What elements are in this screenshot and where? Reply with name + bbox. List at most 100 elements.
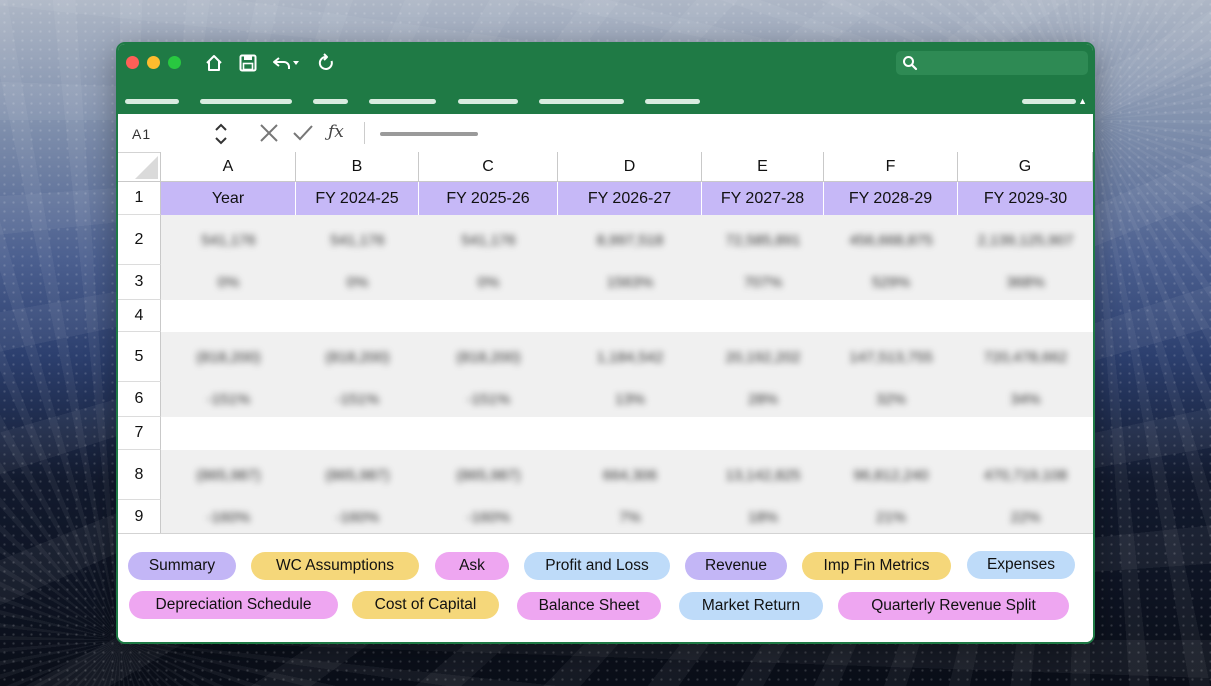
sheet-tab-depreciation-schedule[interactable]: Depreciation Schedule <box>129 591 338 619</box>
ribbon-tab-placeholder[interactable] <box>458 99 518 104</box>
data-cell[interactable]: 8,997,518 <box>558 215 702 265</box>
row-number[interactable]: 4 <box>118 300 161 332</box>
undo-icon[interactable] <box>271 52 293 74</box>
accept-formula-icon[interactable] <box>292 122 314 149</box>
search-field[interactable] <box>896 51 1088 75</box>
data-cell[interactable]: 28% <box>702 382 824 417</box>
data-cell[interactable]: 470,719,108 <box>958 450 1093 500</box>
column-header-b[interactable]: B <box>296 152 419 182</box>
data-cell[interactable]: 18% <box>702 500 824 534</box>
data-cell[interactable]: 34% <box>958 382 1093 417</box>
header-cell[interactable]: Year <box>161 182 296 215</box>
sheet-tab-profit-and-loss[interactable]: Profit and Loss <box>524 552 670 580</box>
data-cell[interactable]: 21% <box>824 500 958 534</box>
ribbon-tab-placeholder[interactable] <box>125 99 179 104</box>
data-cell[interactable]: 32% <box>824 382 958 417</box>
data-cell[interactable]: 720,478,662 <box>958 332 1093 382</box>
data-cell[interactable]: 664,306 <box>558 450 702 500</box>
data-cell[interactable]: -151% <box>419 382 558 417</box>
row-number[interactable]: 3 <box>118 265 161 300</box>
data-cell[interactable]: 0% <box>419 265 558 300</box>
formula-content-placeholder[interactable] <box>380 132 478 136</box>
data-cell[interactable]: 0% <box>296 265 419 300</box>
column-header-f[interactable]: F <box>824 152 958 182</box>
data-cell[interactable]: 96,812,240 <box>824 450 958 500</box>
sheet-tab-quarterly-revenue-split[interactable]: Quarterly Revenue Split <box>838 592 1069 620</box>
ribbon-tab-placeholder[interactable] <box>539 99 624 104</box>
data-cell[interactable]: (865,987) <box>419 450 558 500</box>
header-cell[interactable]: FY 2024-25 <box>296 182 419 215</box>
name-box-stepper-icon[interactable] <box>214 122 228 151</box>
data-cell[interactable]: 541,176 <box>161 215 296 265</box>
ribbon-collapse-icon[interactable]: ▲ <box>1078 96 1087 106</box>
data-cell[interactable]: (818,200) <box>296 332 419 382</box>
sheet-tab-cost-of-capital[interactable]: Cost of Capital <box>352 591 499 619</box>
header-cell[interactable]: FY 2027-28 <box>702 182 824 215</box>
data-cell[interactable]: 456,668,875 <box>824 215 958 265</box>
cancel-formula-icon[interactable] <box>258 122 280 149</box>
row-number[interactable]: 8 <box>118 450 161 500</box>
save-icon[interactable] <box>237 52 259 74</box>
sheet-tab-balance-sheet[interactable]: Balance Sheet <box>517 592 661 620</box>
name-box[interactable]: A1 <box>132 126 151 142</box>
row-number[interactable]: 7 <box>118 417 161 450</box>
close-window-button[interactable] <box>126 56 139 69</box>
data-cell[interactable]: 72,585,891 <box>702 215 824 265</box>
row-number[interactable]: 2 <box>118 215 161 265</box>
ribbon-tab-placeholder[interactable] <box>369 99 436 104</box>
data-cell[interactable]: 0% <box>161 265 296 300</box>
header-cell[interactable]: FY 2028-29 <box>824 182 958 215</box>
column-header-d[interactable]: D <box>558 152 702 182</box>
data-cell[interactable]: 529% <box>824 265 958 300</box>
sheet-tab-ask[interactable]: Ask <box>435 552 509 580</box>
data-cell[interactable]: 1563% <box>558 265 702 300</box>
minimize-window-button[interactable] <box>147 56 160 69</box>
data-cell[interactable]: 13% <box>558 382 702 417</box>
row-number[interactable]: 6 <box>118 382 161 417</box>
data-cell[interactable]: (818,200) <box>419 332 558 382</box>
column-header-c[interactable]: C <box>419 152 558 182</box>
data-cell[interactable]: (818,200) <box>161 332 296 382</box>
header-cell[interactable]: FY 2026-27 <box>558 182 702 215</box>
data-cell[interactable]: (865,987) <box>161 450 296 500</box>
data-cell[interactable]: 541,176 <box>419 215 558 265</box>
zoom-window-button[interactable] <box>168 56 181 69</box>
empty-cells[interactable] <box>161 417 1093 450</box>
empty-cells[interactable] <box>161 300 1093 332</box>
undo-dropdown-icon[interactable] <box>291 54 301 76</box>
data-cell[interactable]: 22% <box>958 500 1093 534</box>
sheet-tab-revenue[interactable]: Revenue <box>685 552 787 580</box>
data-cell[interactable]: 7% <box>558 500 702 534</box>
data-cell[interactable]: 20,192,202 <box>702 332 824 382</box>
sheet-tab-wc-assumptions[interactable]: WC Assumptions <box>251 552 419 580</box>
sheet-tab-expenses[interactable]: Expenses <box>967 551 1075 579</box>
function-icon[interactable]: ƒx <box>328 122 344 142</box>
data-cell[interactable]: 707% <box>702 265 824 300</box>
row-number[interactable]: 9 <box>118 500 161 534</box>
header-cell[interactable]: FY 2029-30 <box>958 182 1093 215</box>
refresh-icon[interactable] <box>315 52 337 74</box>
data-cell[interactable]: -160% <box>419 500 558 534</box>
data-cell[interactable]: (865,987) <box>296 450 419 500</box>
sheet-tab-summary[interactable]: Summary <box>128 552 236 580</box>
data-cell[interactable]: 147,513,755 <box>824 332 958 382</box>
data-cell[interactable]: 2,139,125,907 <box>958 215 1093 265</box>
data-cell[interactable]: -160% <box>296 500 419 534</box>
data-cell[interactable]: -151% <box>161 382 296 417</box>
column-header-g[interactable]: G <box>958 152 1093 182</box>
data-cell[interactable]: 368% <box>958 265 1093 300</box>
column-header-a[interactable]: A <box>161 152 296 182</box>
column-header-e[interactable]: E <box>702 152 824 182</box>
sheet-tab-market-return[interactable]: Market Return <box>679 592 823 620</box>
data-cell[interactable]: -151% <box>296 382 419 417</box>
header-cell[interactable]: FY 2025-26 <box>419 182 558 215</box>
ribbon-tab-placeholder[interactable] <box>313 99 348 104</box>
home-icon[interactable] <box>203 52 225 74</box>
data-cell[interactable]: -160% <box>161 500 296 534</box>
select-all-corner[interactable] <box>118 152 161 182</box>
ribbon-tab-placeholder[interactable] <box>645 99 700 104</box>
sheet-tab-imp-fin-metrics[interactable]: Imp Fin Metrics <box>802 552 951 580</box>
data-cell[interactable]: 13,142,825 <box>702 450 824 500</box>
row-number[interactable]: 1 <box>118 182 161 215</box>
data-cell[interactable]: 1,184,542 <box>558 332 702 382</box>
